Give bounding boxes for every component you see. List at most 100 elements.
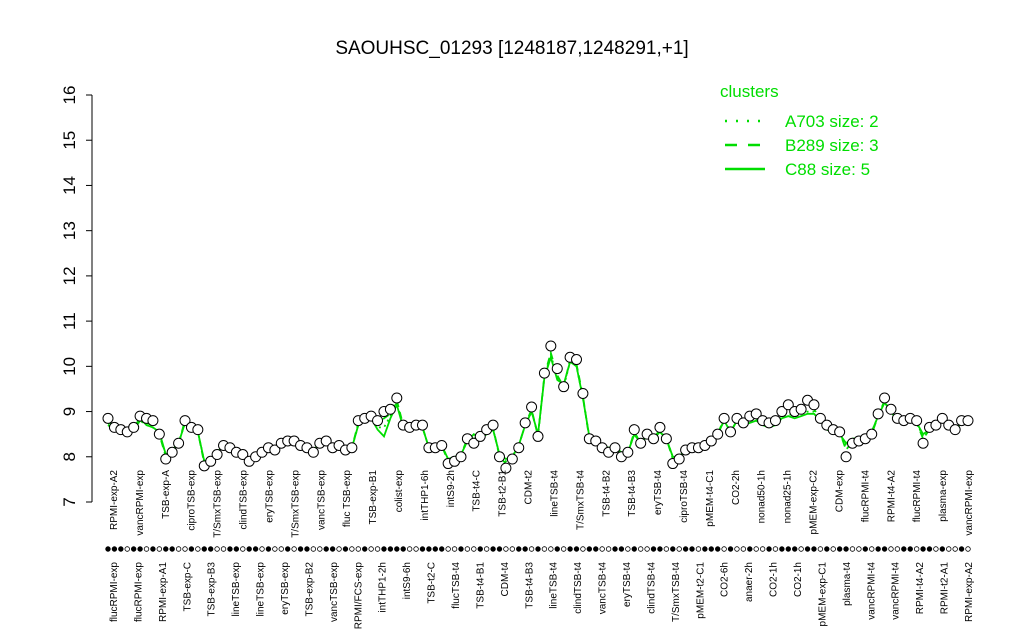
rug-marker (317, 546, 323, 552)
data-point (506, 453, 518, 465)
data-point (384, 403, 396, 415)
x-tick-label: vancRPMI-exp (964, 470, 975, 536)
x-tick-label: pMEM-t2-C1 (695, 562, 706, 619)
rug-marker (894, 546, 901, 552)
rug-marker (657, 546, 663, 552)
y-tick-label: 9 (60, 407, 79, 416)
rug-marker (503, 546, 509, 552)
rug-marker (779, 546, 785, 552)
x-tick-label: clindTSB-exp (239, 470, 250, 530)
rug-marker (798, 546, 804, 552)
rug-marker (297, 546, 304, 552)
legend: clusters A703 size: 2 B289 size: 3 C88 s… (720, 82, 879, 179)
rug-marker (663, 546, 670, 552)
data-point (173, 437, 185, 449)
x-tick-label: TSB-t4-B3 (524, 562, 535, 609)
rug-marker (766, 546, 772, 552)
x-tick-label: flucRPMI-t4 (860, 470, 871, 523)
rug-marker (939, 546, 946, 552)
x-tick-label: flucRPMI-exp (133, 562, 144, 622)
rug-marker (394, 546, 400, 552)
rug-marker (137, 546, 143, 552)
rug-marker (381, 546, 387, 552)
x-tick-label: TSB-exp-C (182, 562, 193, 611)
rug-marker (605, 546, 612, 552)
rug-marker (920, 546, 926, 552)
x-tick-label: TSB-t2-C (427, 562, 438, 604)
rug-marker (329, 546, 336, 552)
x-tick-label: flucRPMI-t4 (912, 470, 923, 523)
rug-marker (548, 546, 554, 552)
rug-marker (715, 546, 721, 552)
data-point (532, 430, 544, 442)
data-point (725, 426, 737, 438)
rug-marker (111, 546, 118, 552)
rug-marker (387, 546, 394, 552)
y-axis: 7 8 9 10 11 12 13 14 15 16 (60, 86, 93, 507)
x-tick-label: pMEM-t4-C1 (705, 470, 716, 527)
data-point (192, 424, 204, 436)
x-tick-label: CO2-1h (793, 562, 804, 597)
data-point (795, 403, 807, 415)
rug-marker (471, 546, 477, 552)
rug-marker (169, 546, 175, 552)
data-point (558, 381, 570, 393)
x-tick-label: RPMI-exp-A2 (964, 562, 975, 622)
rug-marker (926, 546, 933, 552)
data-point (648, 433, 660, 445)
rug-marker (188, 546, 195, 552)
rug-marker (811, 546, 817, 552)
rug-marker (933, 546, 939, 552)
x-tick-label: eryTSB-exp (280, 562, 291, 615)
rug-marker (432, 546, 439, 552)
sample-rug (105, 546, 971, 552)
rug-marker (965, 546, 971, 552)
data-point (879, 392, 891, 404)
rug-marker (785, 546, 791, 552)
rug-marker (708, 546, 714, 552)
data-point (712, 428, 724, 440)
rug-marker (400, 546, 406, 552)
x-tick-label: vancRPMI-exp (135, 470, 146, 536)
rug-marker (830, 546, 836, 552)
x-tick-label: lineTSB-exp (256, 562, 267, 617)
y-tick-label: 13 (60, 221, 79, 240)
data-point (769, 415, 781, 427)
legend-entry-1: A703 size: 2 (785, 112, 879, 131)
rug-marker (233, 546, 240, 552)
rug-marker (278, 546, 284, 552)
x-tick-label: plasma-exp (938, 470, 949, 522)
rug-marker (150, 546, 156, 552)
rug-marker (901, 546, 907, 552)
x-tick-label: RPMI-t2-A1 (940, 562, 951, 615)
x-tick-label: eryTSB-t4 (622, 562, 633, 607)
data-point (391, 392, 403, 404)
rug-marker (355, 546, 361, 552)
x-tick-label: lineTSB-t4 (549, 562, 560, 609)
data-point (416, 419, 428, 431)
x-tick-label: lineTSB-exp (231, 562, 242, 617)
y-tick-label: 16 (60, 86, 79, 105)
rug-marker (342, 546, 349, 552)
y-tick-label: 15 (60, 131, 79, 150)
x-tick-label: intTHP1-6h (420, 470, 431, 521)
rug-marker (560, 546, 567, 552)
rug-marker (259, 546, 265, 552)
rug-marker (958, 546, 965, 552)
rug-marker (265, 546, 272, 552)
rug-marker (689, 546, 695, 552)
data-point (128, 421, 140, 433)
data-point (660, 433, 672, 445)
x-tick-label: ciproTSB-exp (187, 470, 198, 531)
rug-marker (252, 546, 259, 552)
rug-marker (836, 546, 843, 552)
data-point (455, 451, 467, 463)
data-point (577, 387, 589, 399)
data-point (493, 451, 505, 463)
rug-marker (118, 546, 124, 552)
rug-marker (406, 546, 413, 552)
rug-marker (182, 546, 188, 552)
rug-marker (721, 546, 727, 552)
rug-marker (599, 546, 605, 552)
x-tick-label: vancRPMI-t4 (866, 562, 877, 620)
